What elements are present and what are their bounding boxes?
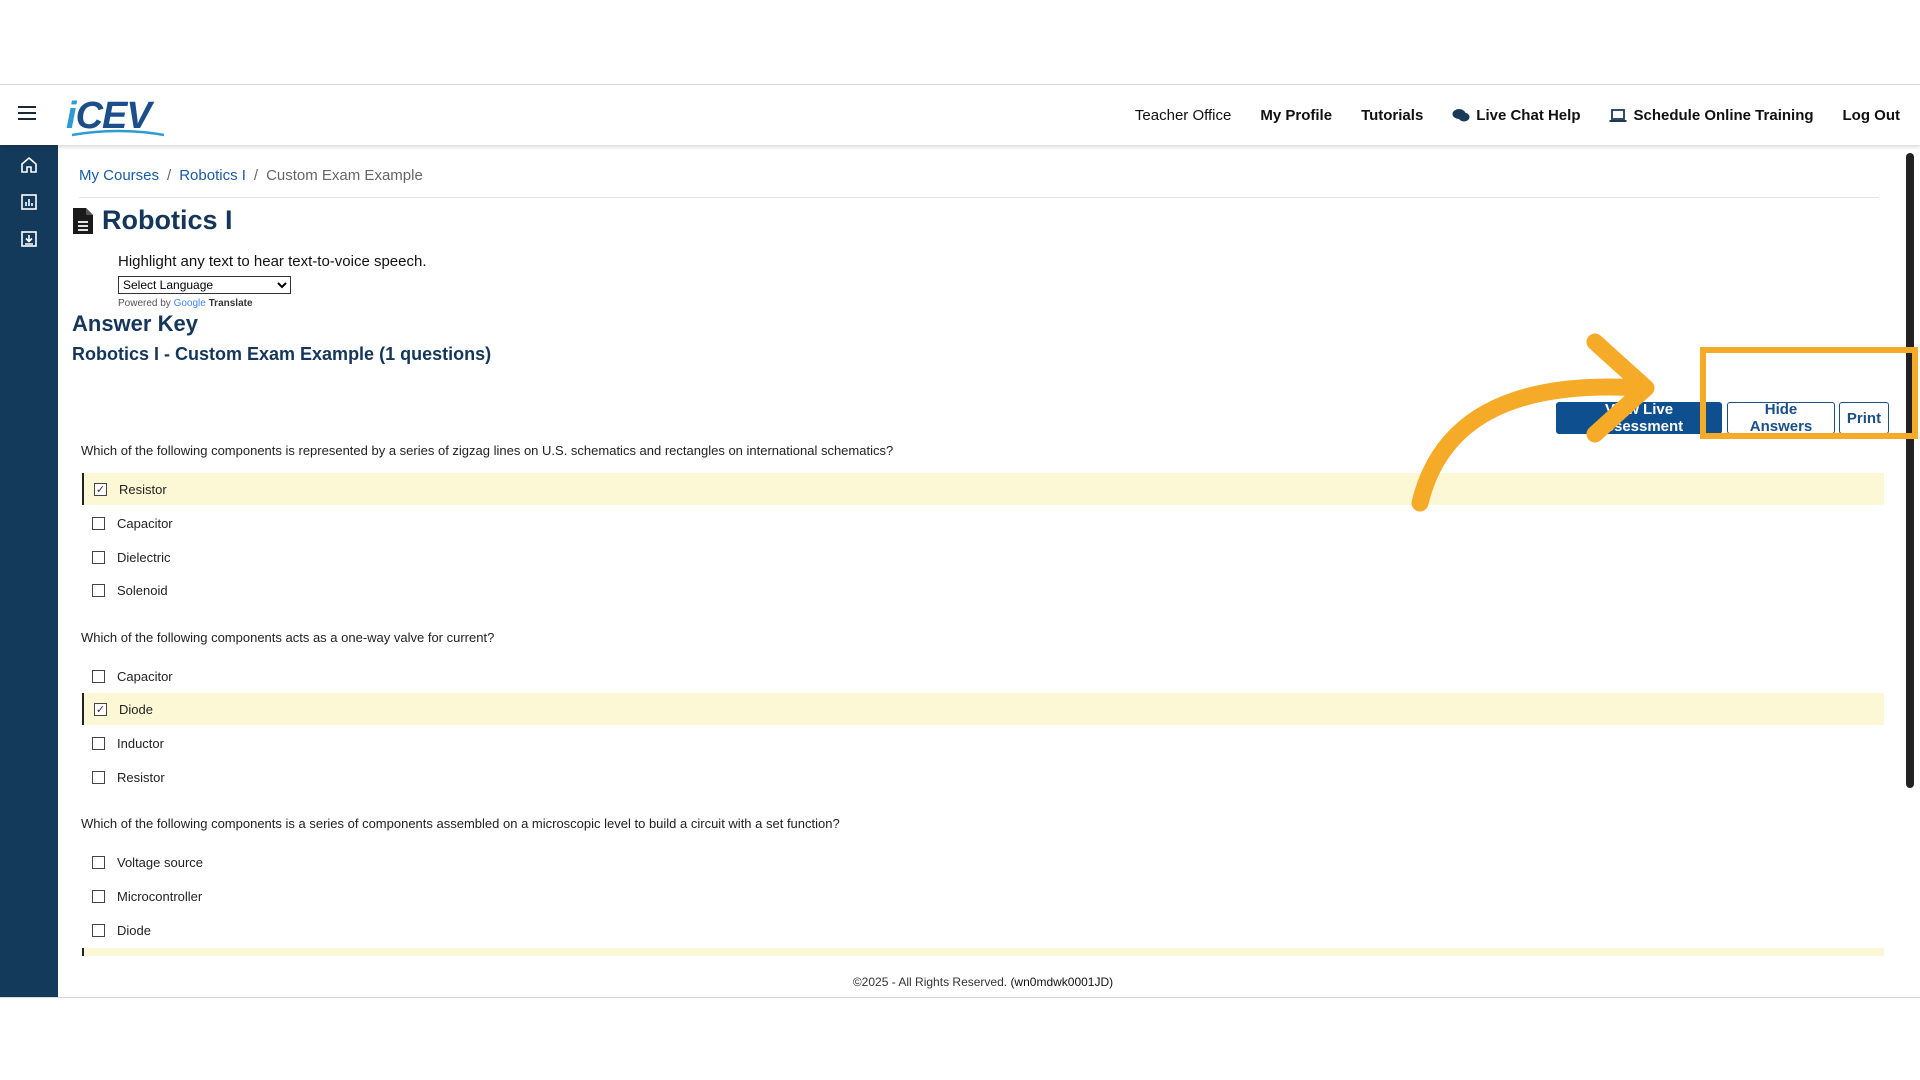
checked-checkbox-icon[interactable]: ✓ <box>94 702 107 716</box>
footer-copyright: ©2025 - All Rights Reserved. <box>852 975 1008 989</box>
home-icon[interactable] <box>19 155 39 175</box>
breadcrumb-separator: / <box>167 167 172 184</box>
page-title-row: Robotics I <box>72 205 233 236</box>
top-nav: Teacher Office My Profile Tutorials Live… <box>1106 107 1900 124</box>
question-text: Which of the following components acts a… <box>81 630 495 645</box>
question-text: Which of the following components is a s… <box>81 816 840 831</box>
checkbox-icon[interactable] <box>92 516 105 530</box>
checkbox-icon[interactable] <box>92 770 105 784</box>
breadcrumb-robotics[interactable]: Robotics I <box>179 167 246 184</box>
footer-code: (wn0mdwk0001JD) <box>1010 975 1114 989</box>
breadcrumb: My Courses / Robotics I / Custom Exam Exampl… <box>79 167 423 184</box>
nav-schedule-online-training[interactable]: Schedule Online Training <box>1609 107 1814 124</box>
nav-tutorials[interactable]: Tutorials <box>1361 107 1423 124</box>
answer-key-heading: Answer Key <box>72 311 198 336</box>
exam-title: Robotics I - Custom Exam Example (1 ques… <box>72 344 492 364</box>
vertical-scrollbar[interactable] <box>1906 153 1914 788</box>
nav-teacher-office[interactable]: Teacher Office <box>1135 107 1231 124</box>
annotation-highlight-box <box>1700 347 1918 439</box>
hamburger-menu-icon[interactable] <box>18 106 36 120</box>
download-tray-icon[interactable] <box>19 229 39 249</box>
nav-my-profile[interactable]: My Profile <box>1260 107 1332 124</box>
tts-hint: Highlight any text to hear text-to-voice… <box>118 253 427 270</box>
answer-option: Resistor <box>82 761 1882 793</box>
checkbox-icon[interactable] <box>92 736 105 750</box>
breadcrumb-separator: / <box>253 167 259 184</box>
app-window: iCEV Teacher Office My Profile Tutorials… <box>0 84 1920 998</box>
answer-option: Microcontroller <box>82 880 1882 912</box>
checkbox-icon[interactable] <box>92 923 105 937</box>
answer-option: Dielectric <box>82 541 1882 573</box>
annotation-arrow-icon <box>1411 333 1655 512</box>
checkbox-icon[interactable] <box>92 855 105 869</box>
checkbox-icon[interactable] <box>92 669 105 683</box>
footer: ©2025 - All Rights Reserved. (wn0mdwk000… <box>58 975 1908 989</box>
chat-bubbles-icon <box>1452 109 1470 122</box>
answer-option: Solenoid <box>82 574 1882 606</box>
document-icon <box>73 207 93 234</box>
answer-option: Voltage source <box>82 846 1882 878</box>
answer-option: Capacitor <box>82 660 1882 692</box>
left-sidebar <box>0 145 58 997</box>
breadcrumb-current: Custom Exam Example <box>266 167 423 184</box>
laptop-icon <box>1609 108 1627 122</box>
report-chart-icon[interactable] <box>19 192 39 212</box>
main-content: My Courses / Robotics I / Custom Exam Exampl… <box>58 145 1908 997</box>
question-text: Which of the following components is rep… <box>81 443 894 458</box>
checked-checkbox-icon[interactable]: ✓ <box>94 482 107 496</box>
divider <box>79 197 1879 198</box>
top-header: iCEV Teacher Office My Profile Tutorials… <box>0 85 1920 145</box>
checkbox-icon[interactable] <box>92 583 105 597</box>
checkbox-icon[interactable] <box>92 550 105 564</box>
page-title: Robotics I <box>102 205 233 235</box>
checkbox-icon[interactable] <box>92 889 105 903</box>
logo-swoosh-icon <box>71 129 165 137</box>
powered-by-google-translate: Powered by Google Translate <box>118 298 253 309</box>
answer-option: Diode <box>82 914 1882 946</box>
nav-log-out[interactable]: Log Out <box>1843 107 1900 124</box>
language-select[interactable]: Select Language <box>118 276 291 294</box>
answer-option-partial <box>82 948 1884 956</box>
breadcrumb-my-courses[interactable]: My Courses <box>79 167 159 184</box>
answer-option: Inductor <box>82 727 1882 759</box>
nav-live-chat-help[interactable]: Live Chat Help <box>1452 107 1580 124</box>
answer-option: ✓ Diode <box>82 693 1884 725</box>
